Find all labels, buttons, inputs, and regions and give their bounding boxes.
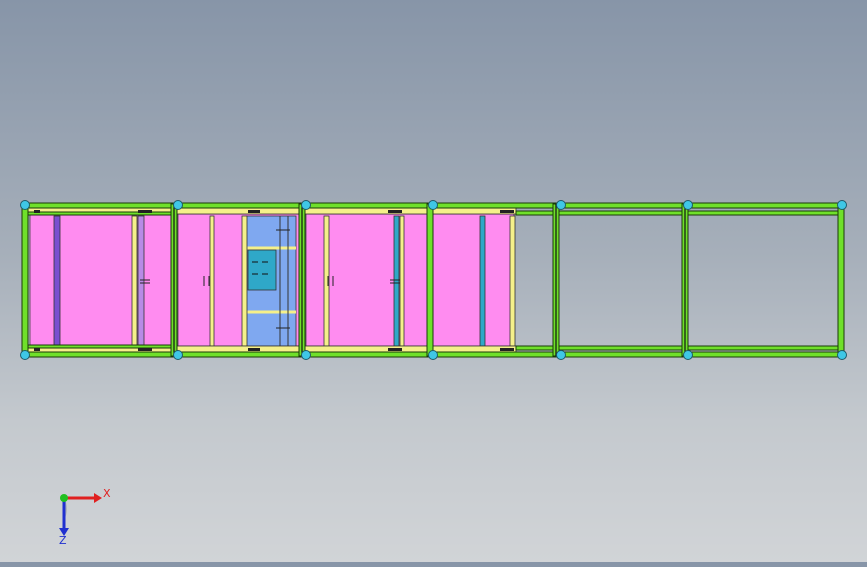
model-part: [479, 215, 486, 347]
node: [683, 350, 693, 360]
y-axis-dot: [60, 494, 68, 502]
model-part: [138, 348, 152, 351]
model-part: [34, 348, 40, 351]
model-part: [426, 203, 434, 357]
model-part: [509, 215, 516, 347]
model-part: [241, 215, 248, 347]
model-part: [21, 203, 29, 357]
z-axis-label: Z: [59, 534, 67, 547]
model-part: [393, 215, 400, 347]
model-part: [388, 210, 402, 213]
model-part: [138, 210, 152, 213]
model-part: [500, 348, 514, 351]
model-part: [137, 215, 145, 347]
model-part: [388, 348, 402, 351]
node: [20, 350, 30, 360]
node: [173, 350, 183, 360]
model-part: [23, 344, 175, 349]
model-part: [131, 215, 138, 347]
model-part: [515, 210, 845, 216]
node: [428, 350, 438, 360]
assembly-model[interactable]: [0, 0, 867, 562]
model-part: [500, 210, 514, 213]
model-part: [515, 345, 845, 351]
model-part: [837, 203, 845, 357]
panel-bay-4: [431, 213, 515, 347]
node: [173, 200, 183, 210]
model-part: [53, 215, 61, 347]
blue-module: [245, 215, 297, 347]
node: [301, 350, 311, 360]
model-part: [209, 215, 215, 347]
x-arrowhead: [94, 493, 102, 503]
node: [837, 350, 847, 360]
node: [301, 200, 311, 210]
node: [556, 350, 566, 360]
node: [428, 200, 438, 210]
node: [556, 200, 566, 210]
model-part: [247, 249, 277, 291]
node: [837, 200, 847, 210]
triad-part: X Z: [59, 487, 111, 547]
model-part: [248, 348, 260, 351]
node: [20, 200, 30, 210]
model-part: [399, 215, 405, 347]
coordinate-triad: X Z: [44, 480, 114, 550]
model-part: [34, 210, 40, 213]
x-axis-label: X: [103, 487, 111, 500]
model-part: [248, 210, 260, 213]
3d-viewport[interactable]: [0, 0, 867, 562]
panel-bay-1: [29, 213, 173, 347]
node: [683, 200, 693, 210]
